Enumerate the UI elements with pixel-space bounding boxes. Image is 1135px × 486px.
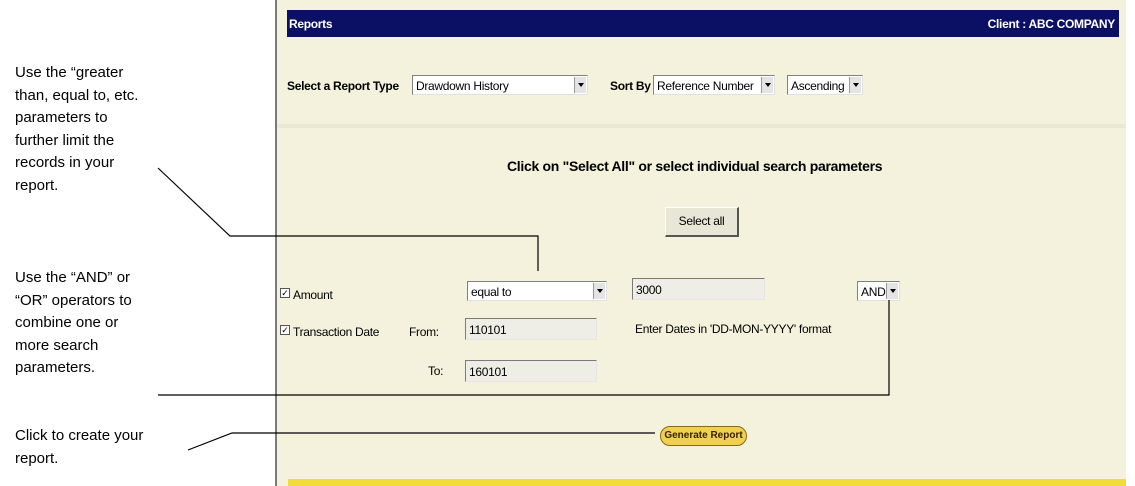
callout-lines <box>157 167 890 451</box>
callout-line-generate <box>187 432 655 451</box>
callout-line-connector <box>158 300 890 396</box>
callout-line-operator <box>157 167 539 271</box>
